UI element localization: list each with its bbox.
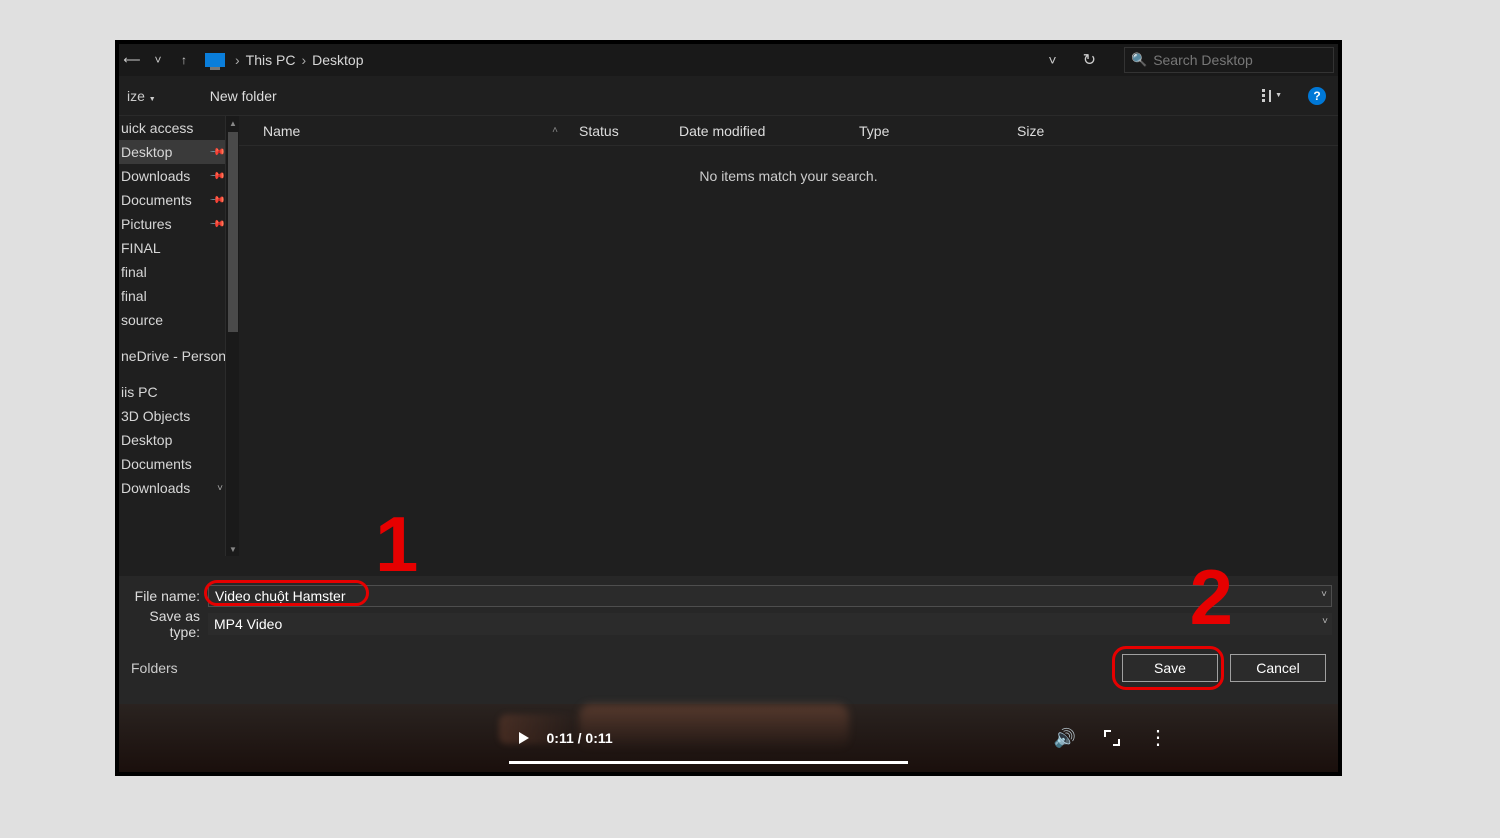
sidebar-item-pc-desktop[interactable]: Desktop (119, 428, 229, 452)
annotation-1: 1 (375, 499, 418, 590)
cancel-button[interactable]: Cancel (1230, 654, 1326, 682)
volume-icon[interactable]: 🔊 (1054, 728, 1076, 749)
chevron-right-icon: › (295, 52, 312, 68)
sidebar-item-quick-access[interactable]: uick access (119, 116, 229, 140)
scroll-thumb[interactable] (228, 132, 238, 332)
play-icon[interactable] (519, 732, 529, 744)
refresh-icon[interactable]: ↻ (1073, 50, 1106, 70)
sidebar-item-desktop[interactable]: Desktop📌 (119, 140, 229, 164)
this-pc-icon (205, 53, 225, 67)
sidebar-item-pc-downloads[interactable]: Downloads˅ (119, 476, 229, 500)
col-status[interactable]: Status (569, 117, 669, 145)
column-headers: Name˄ Status Date modified Type Size (239, 116, 1338, 146)
view-options-button[interactable]: ▼ (1262, 89, 1282, 102)
sort-indicator-icon: ˄ (552, 125, 558, 136)
col-name[interactable]: Name˄ (239, 117, 569, 145)
chevron-down-icon: ˅ (217, 483, 223, 494)
dialog-toolbar: ize ▼ New folder ▼ ? (119, 76, 1338, 116)
screenshot-frame: 1 2 ⟵ ˅ ↑ › This PC › Desktop ˅ ↻ 🔍 Sear… (115, 40, 1342, 776)
sidebar-item-this-pc[interactable]: iis PC (119, 380, 229, 404)
sidebar-item-downloads[interactable]: Downloads📌 (119, 164, 229, 188)
scroll-down-icon[interactable]: ▼ (226, 542, 240, 556)
organize-button[interactable]: ize ▼ (127, 88, 156, 104)
video-time: 0:11 / 0:11 (547, 730, 613, 746)
nav-up-icon[interactable]: ↑ (175, 51, 193, 69)
file-listing: Name˄ Status Date modified Type Size No … (239, 116, 1338, 556)
annotation-2: 2 (1190, 552, 1233, 643)
pin-icon: 📌 (208, 144, 225, 161)
hide-folders-button[interactable]: Folders (131, 660, 178, 676)
nav-back-icon[interactable]: ⟵ (123, 51, 141, 69)
search-icon: 🔍 (1131, 52, 1147, 68)
dropdown-icon[interactable]: ˅ (1322, 616, 1328, 627)
video-player-bar: 0:11 / 0:11 🔊 ⋮ (119, 704, 1338, 772)
sidebar-item-source[interactable]: source (119, 308, 229, 332)
crumb-desktop[interactable]: Desktop (312, 52, 363, 68)
sidebar-item-3d-objects[interactable]: 3D Objects (119, 404, 229, 428)
empty-listing-message: No items match your search. (239, 146, 1338, 184)
sidebar-item-final-caps[interactable]: FINAL (119, 236, 229, 260)
sidebar-item-pc-documents[interactable]: Documents (119, 452, 229, 476)
dialog-main: uick access Desktop📌 Downloads📌 Document… (119, 116, 1338, 556)
pin-icon: 📌 (208, 168, 225, 185)
search-placeholder: Search Desktop (1153, 52, 1253, 68)
address-dropdown-icon[interactable]: ˅ (1040, 52, 1064, 68)
sidebar-item-documents[interactable]: Documents📌 (119, 188, 229, 212)
pin-icon: 📌 (208, 192, 225, 209)
chevron-right-icon: › (229, 52, 246, 68)
save-button[interactable]: Save (1122, 654, 1218, 682)
sidebar-item-pictures[interactable]: Pictures📌 (119, 212, 229, 236)
video-thumb-blur (579, 704, 849, 750)
sidebar-item-final-1[interactable]: final (119, 260, 229, 284)
dropdown-icon[interactable]: ˅ (1321, 589, 1327, 600)
pin-icon: 📌 (208, 216, 225, 233)
col-type[interactable]: Type (849, 117, 1007, 145)
search-input[interactable]: 🔍 Search Desktop (1124, 47, 1334, 73)
sidebar-scrollbar[interactable]: ▲ ▼ (225, 116, 239, 556)
sidebar-item-final-2[interactable]: final (119, 284, 229, 308)
nav-sidebar: uick access Desktop📌 Downloads📌 Document… (119, 116, 239, 556)
nav-recent-icon[interactable]: ˅ (149, 51, 167, 69)
col-size[interactable]: Size (1007, 117, 1147, 145)
help-icon[interactable]: ? (1308, 87, 1326, 105)
dialog-bottom: File name: Video chuột Hamster ˅ Save as… (119, 576, 1338, 704)
video-progress-bar[interactable] (509, 761, 908, 764)
new-folder-button[interactable]: New folder (170, 88, 277, 104)
save-dialog: 1 2 ⟵ ˅ ↑ › This PC › Desktop ˅ ↻ 🔍 Sear… (119, 44, 1338, 704)
address-bar: ⟵ ˅ ↑ › This PC › Desktop ˅ ↻ 🔍 Search D… (119, 44, 1338, 76)
breadcrumb[interactable]: › This PC › Desktop (201, 52, 1032, 68)
file-name-label: File name: (119, 588, 204, 604)
fullscreen-icon[interactable] (1104, 730, 1120, 746)
scroll-up-icon[interactable]: ▲ (226, 116, 240, 130)
col-date-modified[interactable]: Date modified (669, 117, 849, 145)
save-type-select[interactable]: MP4 Video ˅ (208, 613, 1332, 635)
save-type-label: Save as type: (119, 608, 204, 640)
sidebar-item-onedrive[interactable]: neDrive - Person (119, 344, 229, 368)
crumb-this-pc[interactable]: This PC (246, 52, 296, 68)
